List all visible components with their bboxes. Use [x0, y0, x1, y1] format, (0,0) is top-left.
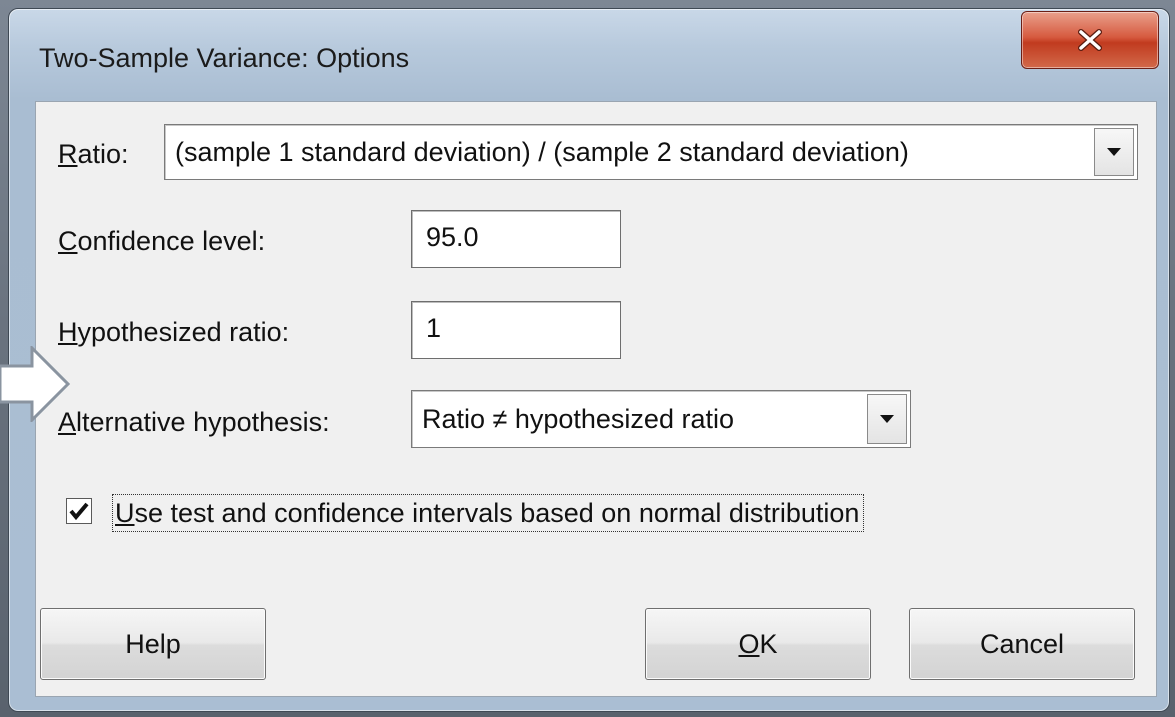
normal-distribution-checkbox[interactable]: [66, 498, 92, 524]
normal-distribution-label[interactable]: Use test and confidence intervals based …: [112, 494, 865, 532]
help-button[interactable]: Help: [40, 608, 266, 680]
dropdown-arrow-icon: [880, 415, 894, 423]
ratio-dropdown-button[interactable]: [1094, 128, 1134, 176]
alternative-hypothesis-dropdown-button[interactable]: [867, 394, 907, 444]
checkmark-icon: [69, 502, 89, 521]
confidence-level-label: Confidence level:: [58, 226, 266, 256]
window-title: Two-Sample Variance: Options: [39, 43, 410, 73]
hypothesized-ratio-label: Hypothesized ratio:: [58, 317, 290, 347]
pointer-arrow-icon: [0, 344, 72, 427]
options-dialog: Two-Sample Variance: Options Ratio: (sam…: [8, 8, 1170, 712]
alternative-hypothesis-dropdown[interactable]: Ratio ≠ hypothesized ratio: [411, 390, 911, 448]
ratio-label: Ratio:: [58, 139, 129, 169]
hypothesized-ratio-value: 1: [426, 313, 442, 343]
hypothesized-ratio-input[interactable]: 1: [411, 301, 621, 359]
alternative-hypothesis-label: Alternative hypothesis:: [58, 407, 330, 437]
cancel-button[interactable]: Cancel: [909, 608, 1135, 680]
confidence-level-input[interactable]: 95.0: [411, 210, 621, 268]
ok-button[interactable]: OK: [645, 608, 871, 680]
close-button[interactable]: [1021, 11, 1159, 69]
dropdown-arrow-icon: [1107, 148, 1121, 156]
close-icon: [1075, 28, 1105, 52]
ratio-dropdown[interactable]: (sample 1 standard deviation) / (sample …: [164, 124, 1138, 180]
ratio-value: (sample 1 standard deviation) / (sample …: [175, 137, 909, 167]
dialog-client-area: Ratio: (sample 1 standard deviation) / (…: [35, 101, 1157, 697]
alternative-hypothesis-value: Ratio ≠ hypothesized ratio: [422, 404, 734, 434]
confidence-level-value: 95.0: [426, 222, 479, 252]
